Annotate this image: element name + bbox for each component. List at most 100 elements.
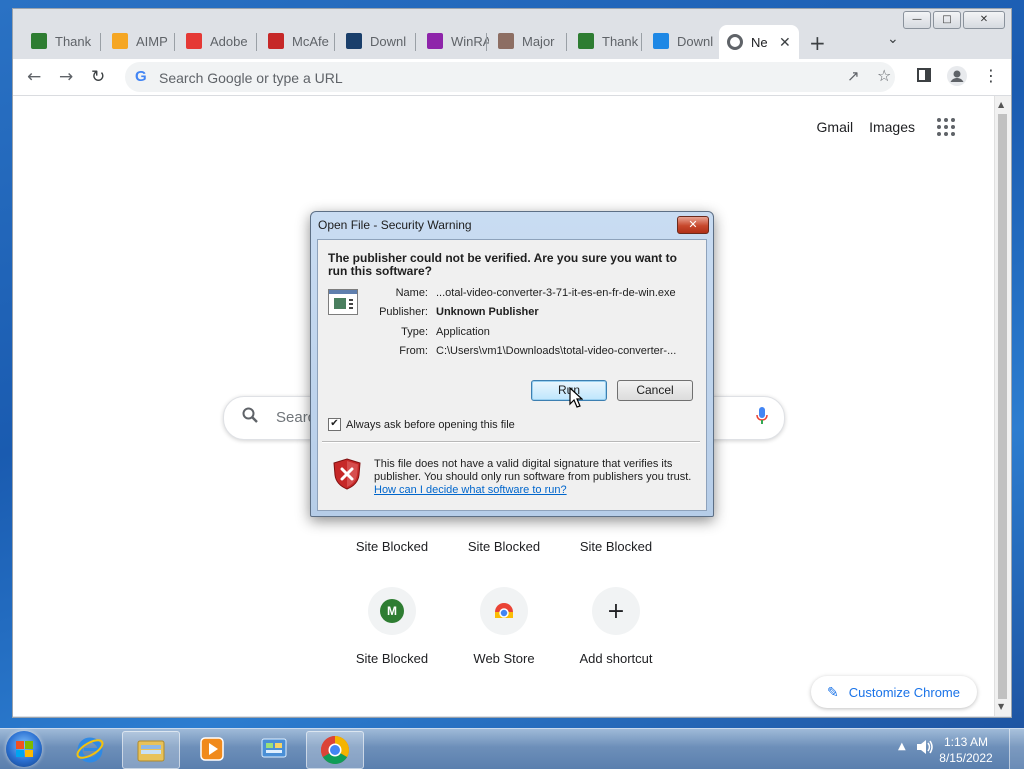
control-panel-icon xyxy=(261,738,287,758)
tab-separator xyxy=(100,33,101,51)
winrar-icon xyxy=(427,33,443,49)
clock-date: 8/15/2022 xyxy=(939,751,993,765)
browser-tab[interactable]: Thank xyxy=(23,25,95,57)
microphone-icon[interactable] xyxy=(756,407,768,424)
softonic-icon xyxy=(653,33,669,49)
field-key: From: xyxy=(399,345,428,357)
customize-chrome-button[interactable]: ✎ Customize Chrome xyxy=(811,676,977,708)
shortcut-tile[interactable]: M xyxy=(368,587,416,635)
tab-search-chevron-icon[interactable]: ⌄ xyxy=(887,31,899,47)
system-clock[interactable]: 1:13 AM 8/15/2022 xyxy=(936,734,996,766)
browser-tab[interactable]: McAfe xyxy=(260,25,332,57)
tab-title: Adobe xyxy=(210,33,248,49)
search-icon xyxy=(242,407,258,428)
shortcut-label[interactable]: Site Blocked xyxy=(560,539,672,554)
profile-avatar-icon[interactable] xyxy=(947,66,967,91)
green-download-icon xyxy=(31,33,47,49)
shortcut-label[interactable]: Add shortcut xyxy=(560,651,672,666)
tab-close-icon[interactable]: ✕ xyxy=(779,34,791,51)
security-warning-dialog: Open File - Security Warning ✕ The publi… xyxy=(310,211,714,517)
always-ask-checkbox-row[interactable]: ✔ Always ask before opening this file xyxy=(328,418,515,431)
scroll-up-arrow-icon[interactable]: ▲ xyxy=(998,100,1004,109)
shortcut-label[interactable]: Site Blocked xyxy=(336,539,448,554)
field-value: ...otal-video-converter-3-71-it-es-en-fr… xyxy=(436,287,676,299)
forward-arrow-icon[interactable]: → xyxy=(59,67,73,87)
tab-title: Major xyxy=(522,33,555,49)
google-apps-icon[interactable] xyxy=(937,118,955,136)
help-link[interactable]: How can I decide what software to run? xyxy=(374,484,567,496)
green-download-icon xyxy=(578,33,594,49)
top-links: Gmail Images xyxy=(817,118,955,136)
omnibox[interactable]: G ↗ ☆ xyxy=(125,62,895,92)
shortcut-tile[interactable] xyxy=(480,587,528,635)
dialog-close-button[interactable]: ✕ xyxy=(677,216,709,234)
address-input[interactable] xyxy=(157,67,841,89)
tab-title: Thank xyxy=(602,33,639,49)
system-tray: ▲ 1:13 AM 8/15/2022 xyxy=(884,729,1024,769)
browser-tab[interactable]: WinRA xyxy=(419,25,491,57)
shortcut-label[interactable]: Site Blocked xyxy=(448,539,560,554)
pencil-icon: ✎ xyxy=(827,683,839,700)
images-link[interactable]: Images xyxy=(869,119,915,135)
chrome-icon xyxy=(727,34,743,50)
tab-title: AIMP xyxy=(136,33,168,49)
majorgeeks-icon xyxy=(498,33,514,49)
show-desktop-button[interactable] xyxy=(1009,729,1024,769)
red-shield-x-icon xyxy=(333,458,361,490)
tab-separator xyxy=(566,33,567,51)
windows-logo-icon xyxy=(16,741,33,757)
field-value: C:\Users\vm1\Downloads\total-video-conve… xyxy=(436,345,677,357)
bookmark-star-icon[interactable]: ☆ xyxy=(877,66,891,85)
volume-icon[interactable] xyxy=(916,739,934,759)
taskbar-internet-explorer[interactable] xyxy=(62,731,118,767)
tab-separator xyxy=(334,33,335,51)
tab-title: Thank xyxy=(55,33,92,49)
taskbar-control-panel[interactable] xyxy=(246,731,302,767)
start-button[interactable] xyxy=(6,731,42,767)
chrome-icon xyxy=(321,736,349,764)
taskbar-chrome[interactable] xyxy=(306,731,364,769)
tab-separator xyxy=(174,33,175,51)
scroll-down-arrow-icon[interactable]: ▼ xyxy=(998,702,1004,711)
scrollbar-thumb[interactable] xyxy=(998,114,1007,699)
show-hidden-icons-icon[interactable]: ▲ xyxy=(898,741,906,752)
dialog-divider xyxy=(322,441,700,443)
side-panel-icon[interactable] xyxy=(917,67,931,87)
browser-tab[interactable]: Downl xyxy=(338,25,410,57)
always-ask-checkbox[interactable]: ✔ xyxy=(328,418,341,431)
gmail-link[interactable]: Gmail xyxy=(817,119,854,135)
back-arrow-icon[interactable]: ← xyxy=(27,67,41,87)
browser-tab[interactable]: Ne ✕ xyxy=(719,25,799,59)
internet-explorer-icon xyxy=(76,737,104,763)
field-key: Publisher: xyxy=(379,306,428,318)
shortcut-label[interactable]: Web Store xyxy=(448,651,560,666)
taskbar-media-player[interactable] xyxy=(184,731,240,767)
page-scrollbar[interactable]: ▲ ▼ xyxy=(994,96,1011,716)
window-close-button[interactable]: ✕ xyxy=(963,11,1005,29)
download-site-icon xyxy=(346,33,362,49)
cancel-button[interactable]: Cancel xyxy=(617,380,693,401)
minimize-button[interactable]: — xyxy=(903,11,931,29)
reload-icon[interactable]: ↻ xyxy=(91,67,105,87)
tab-title: McAfe xyxy=(292,33,329,49)
menu-kebab-icon[interactable]: ⋮ xyxy=(983,66,999,85)
new-tab-button[interactable]: + xyxy=(809,31,826,55)
shortcut-label[interactable]: Site Blocked xyxy=(336,651,448,666)
maximize-button[interactable]: □ xyxy=(933,11,961,29)
field-key: Type: xyxy=(401,326,428,338)
browser-tab[interactable]: Thank xyxy=(570,25,642,57)
adobe-icon xyxy=(186,33,202,49)
share-icon[interactable]: ↗ xyxy=(847,67,860,85)
tab-separator xyxy=(415,33,416,51)
google-g-icon: G xyxy=(135,68,147,85)
clock-time: 1:13 AM xyxy=(943,735,989,749)
taskbar-file-explorer[interactable] xyxy=(122,731,180,769)
plus-icon: + xyxy=(606,598,626,624)
add-shortcut-tile[interactable]: + xyxy=(592,587,640,635)
browser-tab[interactable]: Major xyxy=(490,25,562,57)
field-value: Application xyxy=(436,326,490,338)
browser-tab[interactable]: Downl xyxy=(645,25,717,57)
browser-tab[interactable]: AIMP xyxy=(104,25,176,57)
browser-tab[interactable]: Adobe xyxy=(178,25,250,57)
tab-title: Downl xyxy=(370,33,407,49)
